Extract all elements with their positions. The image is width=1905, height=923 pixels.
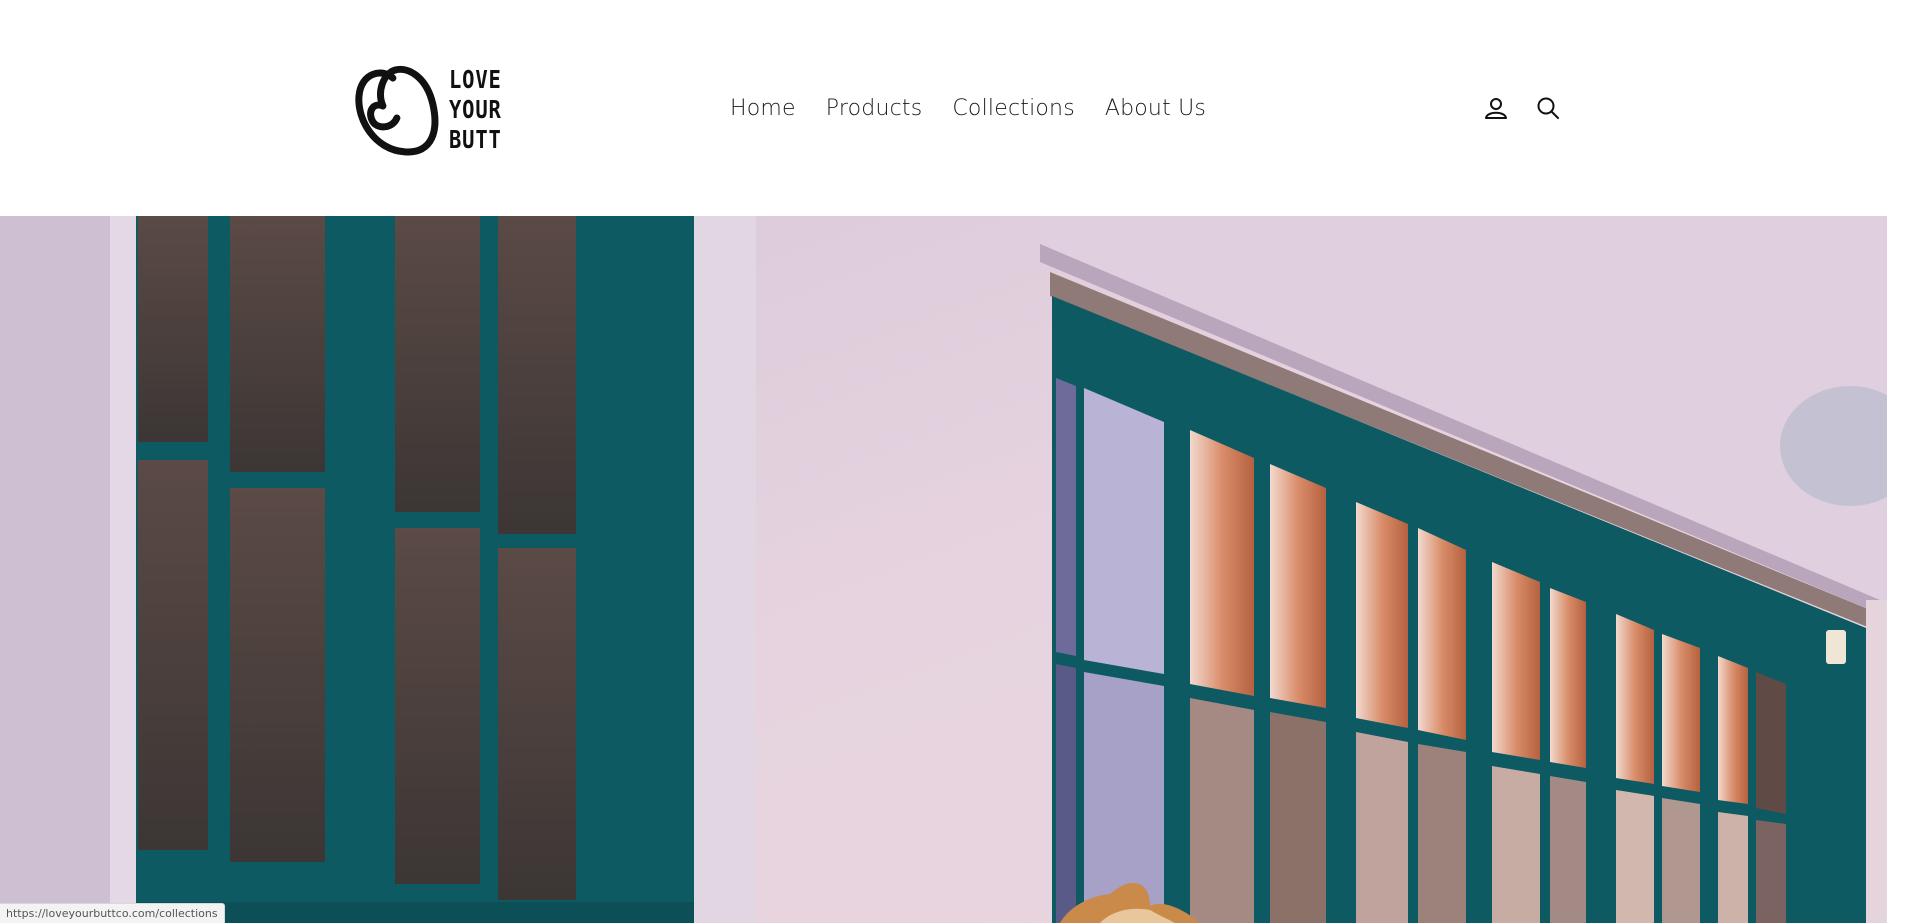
- nav-products[interactable]: Products: [811, 96, 938, 121]
- logo-line-2: YOUR: [448, 95, 502, 124]
- nav-collections[interactable]: Collections: [937, 96, 1089, 121]
- search-icon: [1537, 97, 1559, 119]
- heart-logo-icon: [355, 65, 439, 156]
- main-nav: Home Products Collections About Us: [715, 88, 1221, 128]
- logo-wordmark: LOVE YOUR BUTT: [449, 65, 513, 155]
- hero-banner[interactable]: [0, 216, 1905, 923]
- hero-image: [0, 216, 1905, 923]
- account-icon: [1485, 98, 1507, 119]
- header-icons: [1478, 90, 1582, 126]
- logo-line-3: BUTT: [448, 125, 502, 154]
- search-button[interactable]: [1530, 90, 1566, 126]
- logo-link[interactable]: LOVE YOUR BUTT: [353, 60, 513, 160]
- site-header: LOVE YOUR BUTT Home Products Collections…: [0, 0, 1905, 216]
- account-button[interactable]: [1478, 90, 1514, 126]
- nav-about-us[interactable]: About Us: [1090, 96, 1221, 121]
- scrollbar[interactable]: [1887, 0, 1905, 923]
- nav-home[interactable]: Home: [715, 96, 811, 121]
- page: LOVE YOUR BUTT Home Products Collections…: [0, 0, 1905, 923]
- logo-line-1: LOVE: [448, 65, 502, 94]
- status-bar-url: https://loveyourbuttco.com/collections: [0, 903, 225, 923]
